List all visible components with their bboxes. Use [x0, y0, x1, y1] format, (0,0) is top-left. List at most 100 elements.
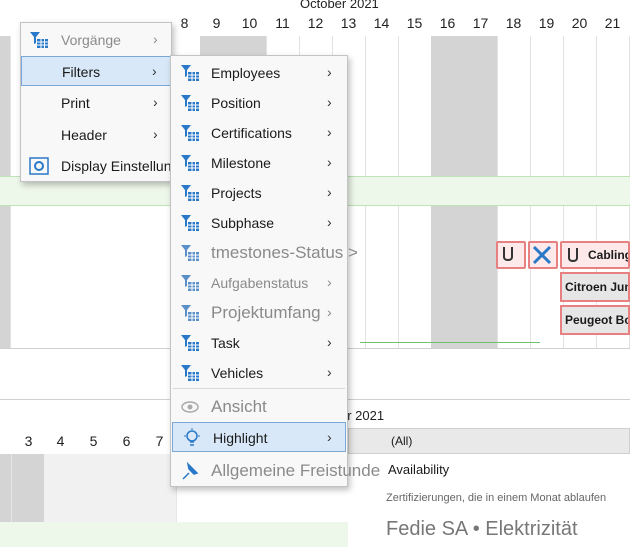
menu-item-label: Highlight [213, 430, 268, 446]
menu-item-position[interactable]: Position › [171, 88, 347, 118]
task-bar-marker[interactable] [528, 241, 558, 269]
chevron-right-icon: › [327, 304, 332, 320]
day-header: 8 [180, 15, 189, 31]
menu-item-subphase[interactable]: Subphase › [171, 208, 347, 238]
menu-item-projektumfang[interactable]: Projektumfang › [171, 298, 347, 328]
day-header: 13 [340, 15, 357, 31]
pin-icon [182, 461, 199, 480]
menu-item-filters[interactable]: Filters › [21, 56, 171, 86]
menu-item-vorgaenge[interactable]: Vorgänge › [21, 25, 171, 55]
filter-icon [181, 365, 199, 381]
chevron-right-icon: › [153, 31, 158, 47]
chevron-right-icon: › [327, 214, 332, 230]
filter-icon [181, 65, 199, 81]
chevron-right-icon: › [327, 184, 332, 200]
filter-icon [181, 335, 199, 351]
chevron-right-icon: › [153, 94, 158, 110]
day-header: 10 [241, 15, 258, 31]
day-header: 20 [571, 15, 588, 31]
menu-separator [173, 388, 345, 389]
availability-label: Availability [388, 462, 450, 477]
menu-item-label: tmestones-Status > [211, 243, 358, 262]
task-bar-label: Citroen Jum [565, 280, 630, 294]
day-header: 3 [24, 433, 33, 449]
menu-item-ansicht[interactable]: Ansicht [171, 392, 347, 422]
filter-dropdown[interactable]: (All) [348, 428, 630, 454]
day-header: 16 [439, 15, 456, 31]
chevron-right-icon: › [327, 334, 332, 350]
filter-icon [181, 275, 199, 291]
menu-item-label: Header [61, 127, 107, 143]
filter-icon [181, 95, 199, 111]
tooltip-large: Fedie SA • Elektrizität [386, 518, 578, 540]
menu-item-allgemeine-freistunde[interactable]: Allgemeine Freistunde [171, 456, 380, 486]
task-bar-marker[interactable] [496, 241, 526, 269]
menu-item-aufgabenstatus[interactable]: Aufgabenstatus › [171, 268, 347, 298]
menu-item-label: Aufgabenstatus [211, 275, 309, 291]
chevron-right-icon: › [327, 124, 332, 140]
menu-item-label: Ansicht [211, 397, 267, 416]
gear-icon [29, 157, 49, 175]
chevron-right-icon: › [327, 154, 332, 170]
menu-item-certifications[interactable]: Certifications › [171, 118, 347, 148]
filter-icon [181, 155, 199, 171]
menu-item-label: Projektumfang [211, 303, 321, 322]
day-header: 9 [212, 15, 221, 31]
filter-icon [181, 215, 199, 231]
menu-item-label: Filters [62, 64, 101, 80]
filters-submenu: Employees › Position › Certifications › Milest… [170, 55, 380, 487]
chevron-right-icon: › [327, 94, 332, 110]
eye-icon [181, 401, 199, 413]
chevron-right-icon: › [327, 64, 332, 80]
menu-item-label: Subphase [211, 215, 275, 231]
green-row-band-bottom [0, 522, 348, 547]
filter-icon [181, 125, 199, 141]
menu-item-milestone[interactable]: Milestone › [171, 148, 347, 178]
menu-item-print[interactable]: Print › [21, 88, 171, 118]
task-bar-cabling[interactable]: Cabling [560, 241, 630, 269]
menu-item-label: Milestone [211, 155, 271, 171]
day-header: 17 [472, 15, 489, 31]
chevron-right-icon: › [327, 429, 332, 445]
menu-item-label: Vorgänge [61, 32, 121, 48]
menu-item-label: Task [211, 335, 240, 351]
chevron-right-icon: › [152, 63, 157, 79]
menu-item-label: Position [211, 95, 261, 111]
day-header: 5 [89, 433, 98, 449]
menu-item-vehicles[interactable]: Vehicles › [171, 358, 347, 388]
filter-icon [181, 185, 199, 201]
menu-item-label: Projects [211, 185, 262, 201]
filter-icon [30, 32, 48, 48]
menu-item-display-settings[interactable]: Display Einstellungen [21, 151, 195, 181]
menu-item-label: Vehicles [211, 365, 264, 381]
menu-item-label: Certifications [211, 125, 292, 141]
day-header: 14 [373, 15, 390, 31]
task-bar-vehicle[interactable]: Peugeot Bo [560, 305, 630, 335]
menu-item-milestones-status[interactable]: tmestones-Status > [171, 238, 358, 268]
connector-icon [568, 248, 578, 262]
task-bar-label: Cabling [588, 248, 630, 262]
task-bar-vehicle[interactable]: Citroen Jum [560, 272, 630, 302]
day-header: 4 [56, 433, 65, 449]
filter-icon [181, 245, 199, 261]
menu-item-header[interactable]: Header › [21, 120, 171, 150]
menu-item-employees[interactable]: Employees › [171, 58, 347, 88]
menu-item-highlight[interactable]: Highlight › [172, 422, 346, 452]
day-header: 15 [406, 15, 423, 31]
day-header: 21 [604, 15, 621, 31]
day-header: 6 [122, 433, 131, 449]
menu-item-label: Allgemeine Freistunde [211, 461, 381, 480]
menu-item-label: Employees [211, 65, 281, 81]
context-menu: Vorgänge › Filters › Print › Header › Di… [20, 22, 195, 182]
filter-icon [181, 305, 199, 321]
chevron-right-icon: › [153, 126, 158, 142]
menu-item-projects[interactable]: Projects › [171, 178, 347, 208]
tooltip-small: Zertifizierungen, die in einem Monat abl… [386, 492, 607, 504]
tools-icon [532, 245, 552, 265]
chevron-right-icon: › [327, 364, 332, 380]
chevron-right-icon: › [327, 274, 332, 290]
connector-icon [503, 247, 513, 261]
menu-item-task[interactable]: Task › [171, 328, 347, 358]
green-progress-line [360, 342, 540, 343]
day-header: 18 [505, 15, 522, 31]
